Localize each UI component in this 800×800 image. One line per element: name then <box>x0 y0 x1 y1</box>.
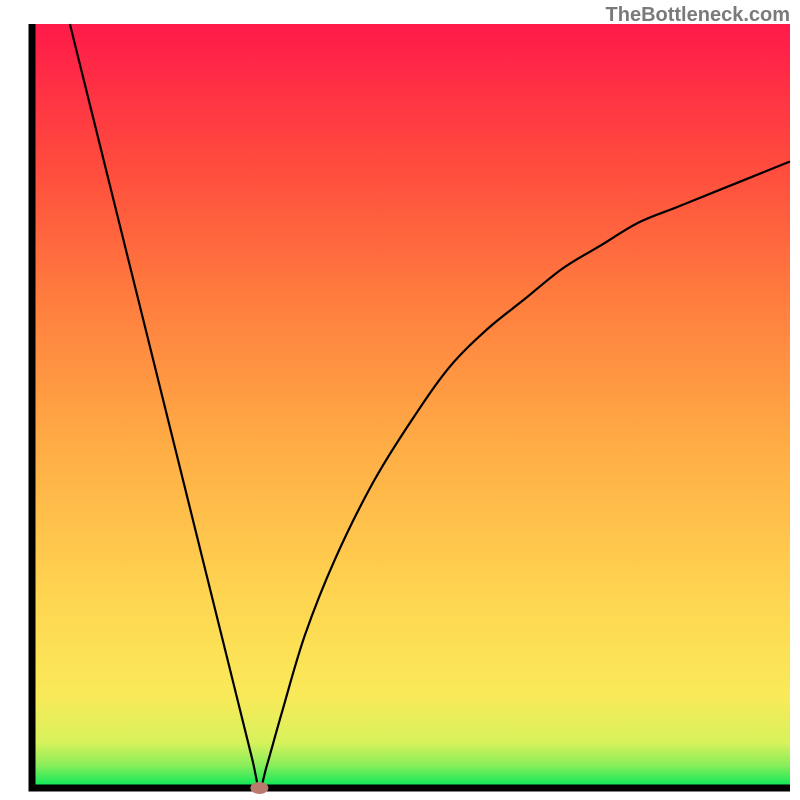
bottleneck-chart <box>0 0 800 800</box>
chart-canvas: TheBottleneck.com <box>0 0 800 800</box>
minimum-marker <box>250 782 268 794</box>
plot-background <box>32 24 790 788</box>
watermark-text: TheBottleneck.com <box>606 4 790 27</box>
